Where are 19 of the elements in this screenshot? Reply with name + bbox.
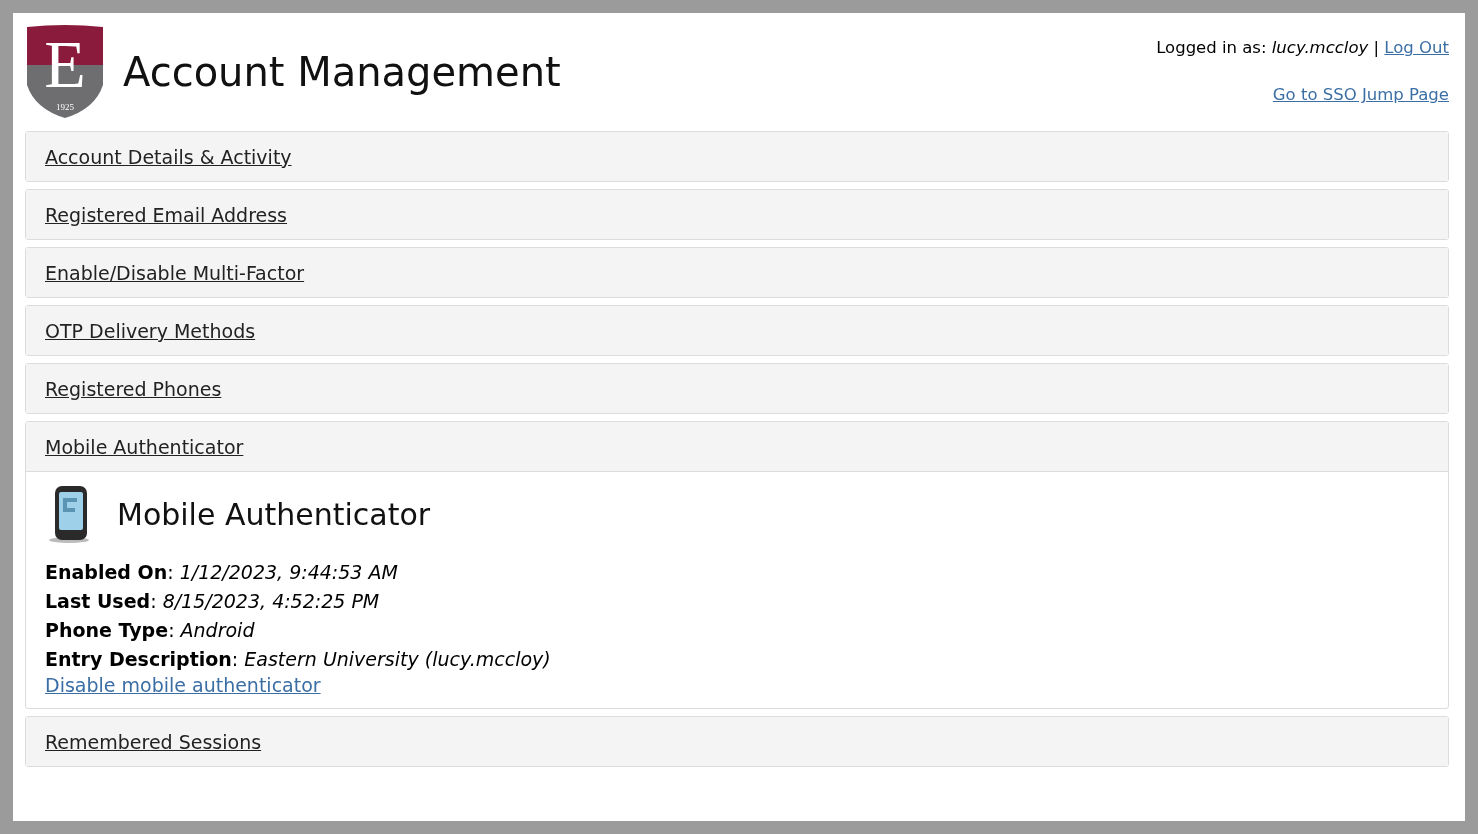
- section-header[interactable]: Registered Phones: [26, 364, 1448, 413]
- page-title: Account Management: [123, 49, 561, 95]
- separator: |: [1373, 38, 1380, 57]
- section-header[interactable]: Account Details & Activity: [26, 132, 1448, 181]
- sso-jump-link[interactable]: Go to SSO Jump Page: [1272, 85, 1449, 104]
- username: lucy.mccloy: [1271, 38, 1369, 57]
- section-header[interactable]: Mobile Authenticator: [26, 422, 1448, 472]
- section-header[interactable]: Registered Email Address: [26, 190, 1448, 239]
- detail-line: Enabled On: 1/12/2023, 9:44:53 AM: [45, 560, 399, 585]
- section-header[interactable]: OTP Delivery Methods: [26, 306, 1448, 355]
- section-header[interactable]: Remembered Sessions: [26, 717, 1448, 766]
- logged-in-label: Logged in as:: [1156, 38, 1267, 57]
- detail-line: Entry Description: Eastern University (lucy.mccloy): [45, 647, 552, 672]
- detail-line: Last Used: 8/15/2023, 4:52:25 PM: [45, 589, 381, 614]
- panel-heading: Mobile Authenticator: [117, 496, 431, 532]
- section-header[interactable]: Enable/Disable Multi-Factor: [26, 248, 1448, 297]
- disable-authenticator-link[interactable]: Disable mobile authenticator: [45, 674, 321, 696]
- detail-line: Phone Type: Android: [45, 618, 256, 643]
- logout-link[interactable]: Log Out: [1384, 38, 1449, 57]
